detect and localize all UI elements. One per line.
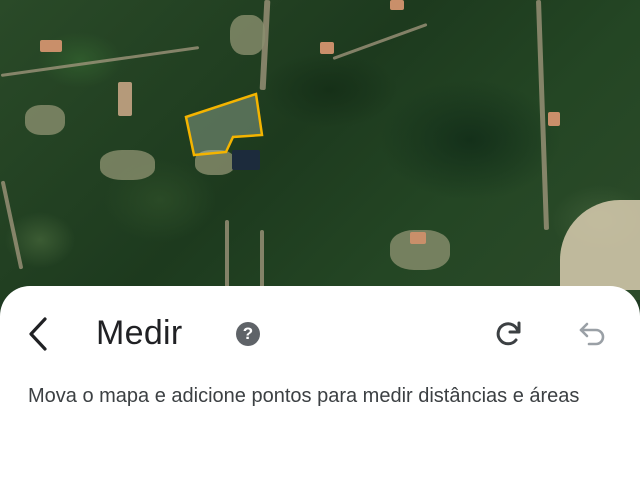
measure-header: Medir ? [0, 306, 640, 362]
measure-instructions: Mova o mapa e adicione pontos para medir… [28, 385, 580, 407]
satellite-map[interactable] [0, 0, 640, 300]
redo-icon [496, 321, 521, 346]
chevron-left-icon [29, 317, 47, 351]
undo-icon [579, 322, 605, 346]
panel-title: Medir [96, 314, 183, 352]
back-button[interactable] [20, 316, 56, 352]
measured-area-polygon[interactable] [184, 92, 264, 157]
help-button[interactable]: ? [236, 322, 260, 346]
help-circle-icon: ? [242, 324, 254, 343]
redo-button[interactable] [494, 318, 526, 350]
measured-area-outline[interactable] [0, 0, 640, 300]
measure-panel: Medir ? Mova o mapa e adicione pontos pa… [0, 286, 640, 480]
undo-button[interactable] [576, 318, 608, 350]
